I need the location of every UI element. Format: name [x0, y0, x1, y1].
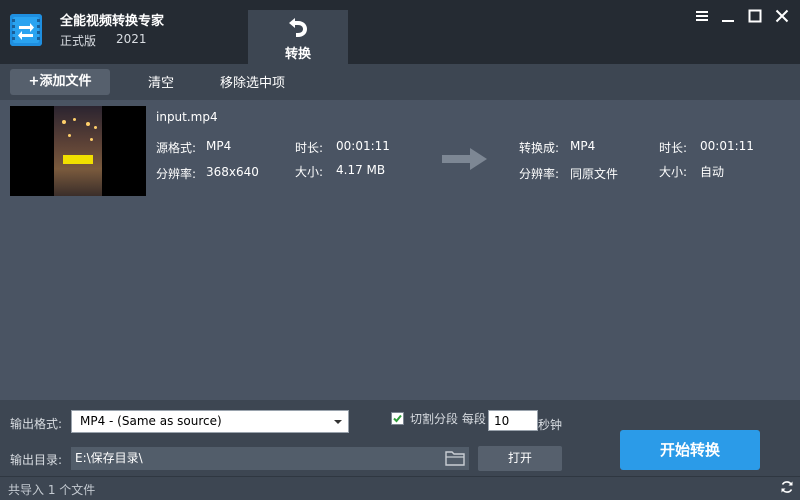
add-file-button[interactable]: +添加文件	[10, 69, 110, 95]
tab-convert[interactable]: 转换	[248, 10, 348, 64]
convert-arrows-icon	[10, 14, 42, 46]
close-icon[interactable]	[772, 6, 792, 26]
target-size-label: 大小:	[659, 165, 688, 179]
target-format-label: 转换成:	[519, 141, 560, 155]
list-item[interactable]: input.mp4 源格式: MP4 分辨率: 368x640 时长: 00:0…	[0, 100, 800, 200]
folder-icon[interactable]	[445, 450, 465, 466]
source-size-label: 大小:	[295, 165, 324, 179]
pin-icon[interactable]	[692, 6, 712, 26]
segment-seconds-input[interactable]: 10	[488, 410, 538, 431]
open-folder-button[interactable]: 打开	[478, 446, 562, 471]
refresh-icon[interactable]	[780, 480, 794, 494]
output-dir-label: 输出目录:	[10, 453, 63, 467]
video-thumbnail	[10, 106, 146, 196]
arrow-right-icon	[442, 147, 488, 171]
target-format-value[interactable]: MP4	[570, 139, 595, 153]
clear-button[interactable]: 清空	[148, 72, 174, 91]
source-duration-label: 时长:	[295, 141, 324, 155]
source-resolution-label: 分辨率:	[156, 167, 197, 181]
remove-selected-button[interactable]: 移除选中项	[220, 72, 285, 91]
toolbar: +添加文件 清空 移除选中项	[0, 64, 800, 100]
split-label: 切割分段 每段	[410, 412, 486, 426]
target-resolution-label: 分辨率:	[519, 167, 560, 181]
title-bar: 全能视频转换专家 正式版 2021 转换	[0, 0, 800, 64]
target-size-value: 自动	[700, 165, 725, 179]
tab-convert-label: 转换	[284, 47, 311, 62]
file-name: input.mp4	[156, 110, 218, 124]
source-size-value: 4.17 MB	[336, 163, 386, 177]
source-duration-value: 00:01:11	[336, 139, 390, 153]
target-resolution-value[interactable]: 同原文件	[570, 165, 618, 182]
app-year: 2021	[116, 32, 147, 46]
status-text: 共导入 1 个文件	[8, 483, 96, 497]
output-dir-field[interactable]: E:\保存目录\	[71, 447, 469, 470]
output-format-label: 输出格式:	[10, 417, 63, 431]
source-format-value: MP4	[206, 139, 232, 153]
app-title: 全能视频转换专家	[60, 14, 165, 29]
start-convert-button[interactable]: 开始转换	[620, 430, 760, 470]
status-divider	[0, 476, 800, 477]
target-duration-label: 时长:	[659, 141, 688, 155]
output-format-select[interactable]: MP4 - (Same as source)	[71, 410, 349, 433]
source-resolution-value: 368x640	[206, 165, 259, 179]
rotate-arrow-icon	[285, 14, 311, 40]
segment-unit-label: 秒钟	[538, 418, 563, 432]
chevron-down-icon	[334, 420, 342, 424]
source-format-label: 源格式:	[156, 141, 197, 155]
output-format-value: MP4 - (Same as source)	[80, 414, 222, 428]
app-edition: 正式版	[60, 34, 97, 48]
output-settings-panel: 输出格式: MP4 - (Same as source) 切割分段 每段 10 …	[0, 400, 800, 500]
target-duration-value: 00:01:11	[700, 139, 754, 153]
split-checkbox[interactable]	[391, 412, 404, 425]
minimize-icon[interactable]	[718, 6, 738, 26]
maximize-icon[interactable]	[745, 6, 765, 26]
